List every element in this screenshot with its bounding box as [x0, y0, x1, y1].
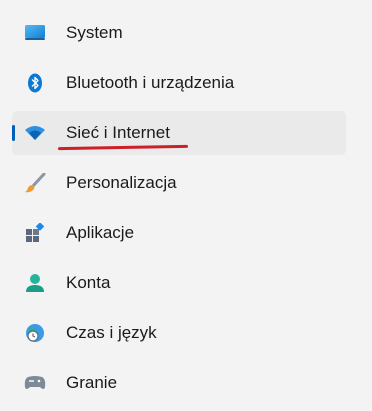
nav-item-label: Aplikacje	[66, 223, 135, 242]
monitor-icon	[24, 23, 46, 43]
nav-item-time-language[interactable]: Czas i język	[12, 311, 346, 355]
person-icon	[24, 273, 46, 293]
nav-item-gaming[interactable]: Granie	[12, 361, 346, 405]
annotation-underline	[57, 144, 189, 151]
nav-item-network[interactable]: Sieć i Internet	[12, 111, 346, 155]
nav-item-system[interactable]: System	[12, 11, 346, 55]
selection-indicator	[12, 125, 15, 141]
nav-item-label: Konta	[66, 273, 111, 292]
gamepad-icon	[24, 373, 46, 393]
wifi-icon	[24, 123, 46, 143]
nav-item-label: Granie	[66, 373, 118, 392]
globe-clock-icon	[24, 323, 46, 343]
nav-item-label: Bluetooth i urządzenia	[66, 73, 235, 92]
nav-item-apps[interactable]: Aplikacje	[12, 211, 346, 255]
settings-navigation: System Bluetooth i urządzenia Sieć i Int…	[12, 11, 346, 411]
nav-item-label: Sieć i Internet	[66, 123, 170, 142]
nav-item-accounts[interactable]: Konta	[12, 261, 346, 305]
nav-item-bluetooth[interactable]: Bluetooth i urządzenia	[12, 61, 346, 105]
nav-item-label: Personalizacja	[66, 173, 177, 192]
nav-item-personalization[interactable]: Personalizacja	[12, 161, 346, 205]
nav-item-label: Czas i język	[66, 323, 157, 342]
nav-item-label: System	[66, 23, 123, 42]
apps-icon	[24, 223, 46, 243]
brush-icon	[24, 173, 46, 193]
bluetooth-icon	[24, 73, 46, 93]
